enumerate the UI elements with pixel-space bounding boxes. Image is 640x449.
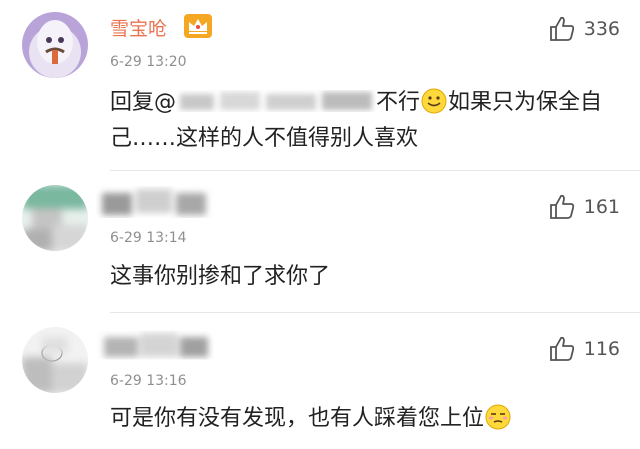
username[interactable]: 雪宝呛 (110, 14, 167, 41)
like-button[interactable]: 161 (548, 193, 620, 221)
text-segment: 如果只为保全自 (448, 90, 603, 115)
thumbs-up-icon (549, 194, 574, 219)
like-count: 336 (583, 18, 620, 40)
avatar[interactable] (22, 185, 88, 251)
timestamp: 6-29 13:14 (110, 230, 187, 246)
smile-emoji-icon (421, 88, 447, 114)
text-segment: 己……这样的人不值得别人喜欢 (110, 126, 419, 151)
username-blurred[interactable] (96, 325, 214, 363)
like-button[interactable]: 116 (548, 335, 620, 363)
comment-item: 雪宝呛 6-29 13:20 336 回复@ 不行 如果只为保全自 己……这样的… (0, 0, 640, 170)
timestamp: 6-29 13:20 (110, 54, 187, 70)
avatar[interactable] (22, 12, 88, 78)
username-blurred[interactable] (96, 183, 214, 221)
thumbs-up-icon (549, 16, 574, 41)
unamused-emoji-icon (485, 404, 511, 430)
timestamp: 6-29 13:16 (110, 373, 187, 389)
like-count: 161 (583, 196, 620, 218)
thumbs-up-icon (549, 336, 574, 361)
like-count: 116 (583, 338, 620, 360)
comment-text: 可是你有没有发现，也有人踩着您上位 (110, 401, 620, 437)
comment-item: 6-29 13:14 161 这事你别掺和了求你了 (0, 171, 640, 312)
reply-prefix: 回复@ (110, 90, 177, 115)
comment-text: 这事你别掺和了求你了 (110, 264, 331, 289)
text-segment: 可是你有没有发现，也有人踩着您上位 (110, 406, 485, 431)
mention-blurred[interactable] (176, 88, 376, 114)
comment-item: 6-29 13:16 116 可是你有没有发现，也有人踩着您上位 (0, 313, 640, 449)
like-button[interactable]: 336 (548, 15, 620, 43)
text-segment: 不行 (376, 90, 421, 115)
crown-icon (184, 14, 212, 38)
comment-list: 雪宝呛 6-29 13:20 336 回复@ 不行 如果只为保全自 己……这样的… (0, 0, 640, 449)
comment-text: 回复@ 不行 如果只为保全自 己……这样的人不值得别人喜欢 (110, 85, 620, 157)
avatar[interactable] (22, 327, 88, 393)
